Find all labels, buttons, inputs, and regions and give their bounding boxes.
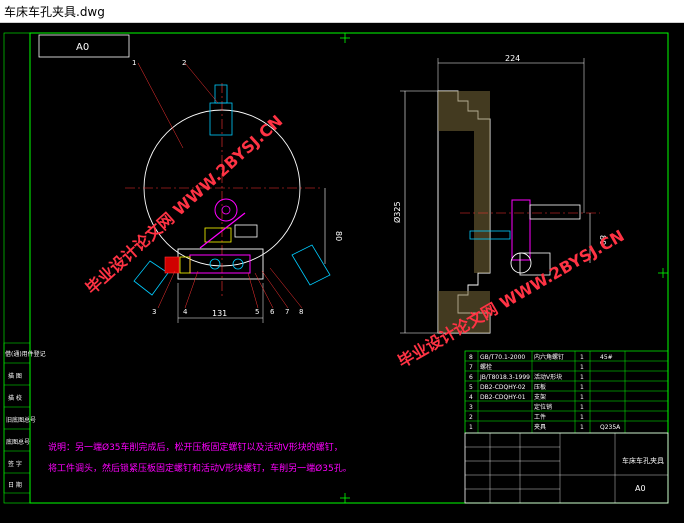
drawing-title: 车床车孔夹具	[622, 456, 664, 465]
dim-dia-325: Ø325	[392, 201, 402, 223]
svg-text:JB/T8018.3-1999: JB/T8018.3-1999	[479, 374, 530, 381]
dim-224: 224	[505, 54, 520, 63]
bom-row-4: 5 DB2-CDQHY-02 压板 1	[469, 383, 584, 391]
svg-text:1: 1	[580, 394, 584, 401]
bom-row-5: 4 DB2-CDQHY-01 支架 1	[469, 393, 584, 401]
svg-text:3: 3	[469, 404, 473, 411]
svg-text:Q235A: Q235A	[600, 424, 621, 431]
svg-text:45#: 45#	[600, 354, 613, 361]
svg-text:1: 1	[580, 404, 584, 411]
balloon-3: 3	[152, 308, 156, 316]
dim-80-left: 80	[334, 231, 343, 241]
window-titlebar: 车床车孔夹具.dwg	[0, 0, 684, 23]
svg-text:日 期: 日 期	[8, 481, 22, 489]
svg-text:1: 1	[580, 364, 584, 371]
sheet-size-label: A0	[76, 42, 89, 53]
svg-text:内六角螺钉: 内六角螺钉	[534, 353, 564, 361]
title-sheet: A0	[635, 484, 646, 493]
bom-row-7: 2 工件 1	[469, 413, 584, 421]
note-line-2: 将工件调头，然后锁紧压板固定螺钉和活动V形块螺钉，车削另一端Ø35孔。	[48, 462, 352, 474]
notes: 说明：另一端Ø35车削完成后，松开压板固定螺钉以及活动V形块的螺钉， 将工件调头…	[48, 441, 352, 474]
balloons-left: 1 2 3 4 5 6 7 8	[132, 59, 303, 316]
svg-text:夹具: 夹具	[534, 423, 546, 431]
balloon-5: 5	[255, 308, 259, 316]
svg-text:压板: 压板	[534, 383, 546, 391]
balloon-7: 7	[285, 308, 289, 316]
svg-text:描 校: 描 校	[8, 394, 22, 402]
svg-text:旧底图总号: 旧底图总号	[6, 416, 36, 424]
svg-text:1: 1	[580, 374, 584, 381]
svg-text:描 图: 描 图	[8, 372, 22, 380]
svg-text:7: 7	[469, 364, 473, 371]
front-view: 131 80	[125, 83, 343, 323]
note-line-1: 说明：另一端Ø35车削完成后，松开压板固定螺钉以及活动V形块的螺钉，	[48, 441, 343, 453]
bom-row-2: 7 螺栓 1	[469, 363, 584, 371]
left-margin-labels: 借(通)用件登记 描 图 描 校 旧底图总号 底图总号 签 字 日 期	[3, 342, 46, 494]
svg-text:1: 1	[580, 414, 584, 421]
dim-131: 131	[212, 309, 227, 318]
svg-text:1: 1	[580, 384, 584, 391]
svg-text:DB2-CDQHY-01: DB2-CDQHY-01	[480, 394, 526, 401]
window-title: 车床车孔夹具.dwg	[4, 5, 105, 19]
watermark-right: 毕业设计论文网 WWW.2BYSJ.CN	[395, 226, 628, 371]
bom-row-3: 6 JB/T8018.3-1999 活动V形块 1	[469, 373, 584, 381]
svg-text:6: 6	[469, 374, 473, 381]
balloon-8: 8	[299, 308, 303, 316]
svg-text:借(通)用件登记: 借(通)用件登记	[5, 350, 46, 358]
svg-text:活动V形块: 活动V形块	[534, 373, 562, 381]
svg-text:1: 1	[580, 424, 584, 431]
svg-text:4: 4	[469, 394, 473, 401]
svg-text:2: 2	[469, 414, 473, 421]
watermark-left: 毕业设计论文网 WWW.2BYSJ.CN	[82, 111, 286, 298]
balloon-6: 6	[270, 308, 275, 316]
side-view: 224 Ø325 80	[392, 54, 607, 334]
svg-text:底图总号: 底图总号	[6, 438, 30, 446]
bom-row-6: 3 定位销 1	[469, 403, 584, 411]
svg-text:定位销: 定位销	[534, 403, 552, 411]
binding-margin	[3, 32, 31, 504]
balloon-1: 1	[132, 59, 136, 67]
svg-text:5: 5	[469, 384, 473, 391]
watermark-group: 毕业设计论文网 WWW.2BYSJ.CN 毕业设计论文网 WWW.2BYSJ.C…	[82, 111, 627, 371]
svg-text:螺栓: 螺栓	[480, 363, 492, 371]
balloon-2: 2	[182, 59, 186, 67]
drawing-svg: A0 131 80 1 2 3 4 5 6 7 8 224 Ø325 80 毕业…	[3, 32, 669, 504]
svg-text:GB/T70.1-2000: GB/T70.1-2000	[480, 354, 525, 361]
svg-text:DB2-CDQHY-02: DB2-CDQHY-02	[480, 384, 526, 391]
svg-text:工件: 工件	[534, 413, 546, 421]
svg-text:8: 8	[469, 354, 473, 361]
svg-text:支架: 支架	[534, 393, 546, 401]
balloon-4: 4	[183, 308, 188, 316]
cad-canvas[interactable]: A0 131 80 1 2 3 4 5 6 7 8 224 Ø325 80 毕业…	[0, 23, 684, 519]
bom-row-1: 8 GB/T70.1-2000 内六角螺钉 1 45#	[469, 353, 613, 361]
bom-row-8: 1 夹具 1 Q235A	[469, 423, 621, 431]
svg-text:1: 1	[469, 424, 473, 431]
svg-text:1: 1	[580, 354, 584, 361]
frame-ticks	[340, 33, 668, 503]
bom-table: 8 GB/T70.1-2000 内六角螺钉 1 45# 7 螺栓 1 6 JB/T8018.3…	[464, 350, 669, 434]
title-block: 车床车孔夹具 A0	[464, 432, 669, 504]
svg-text:签 字: 签 字	[8, 460, 22, 468]
